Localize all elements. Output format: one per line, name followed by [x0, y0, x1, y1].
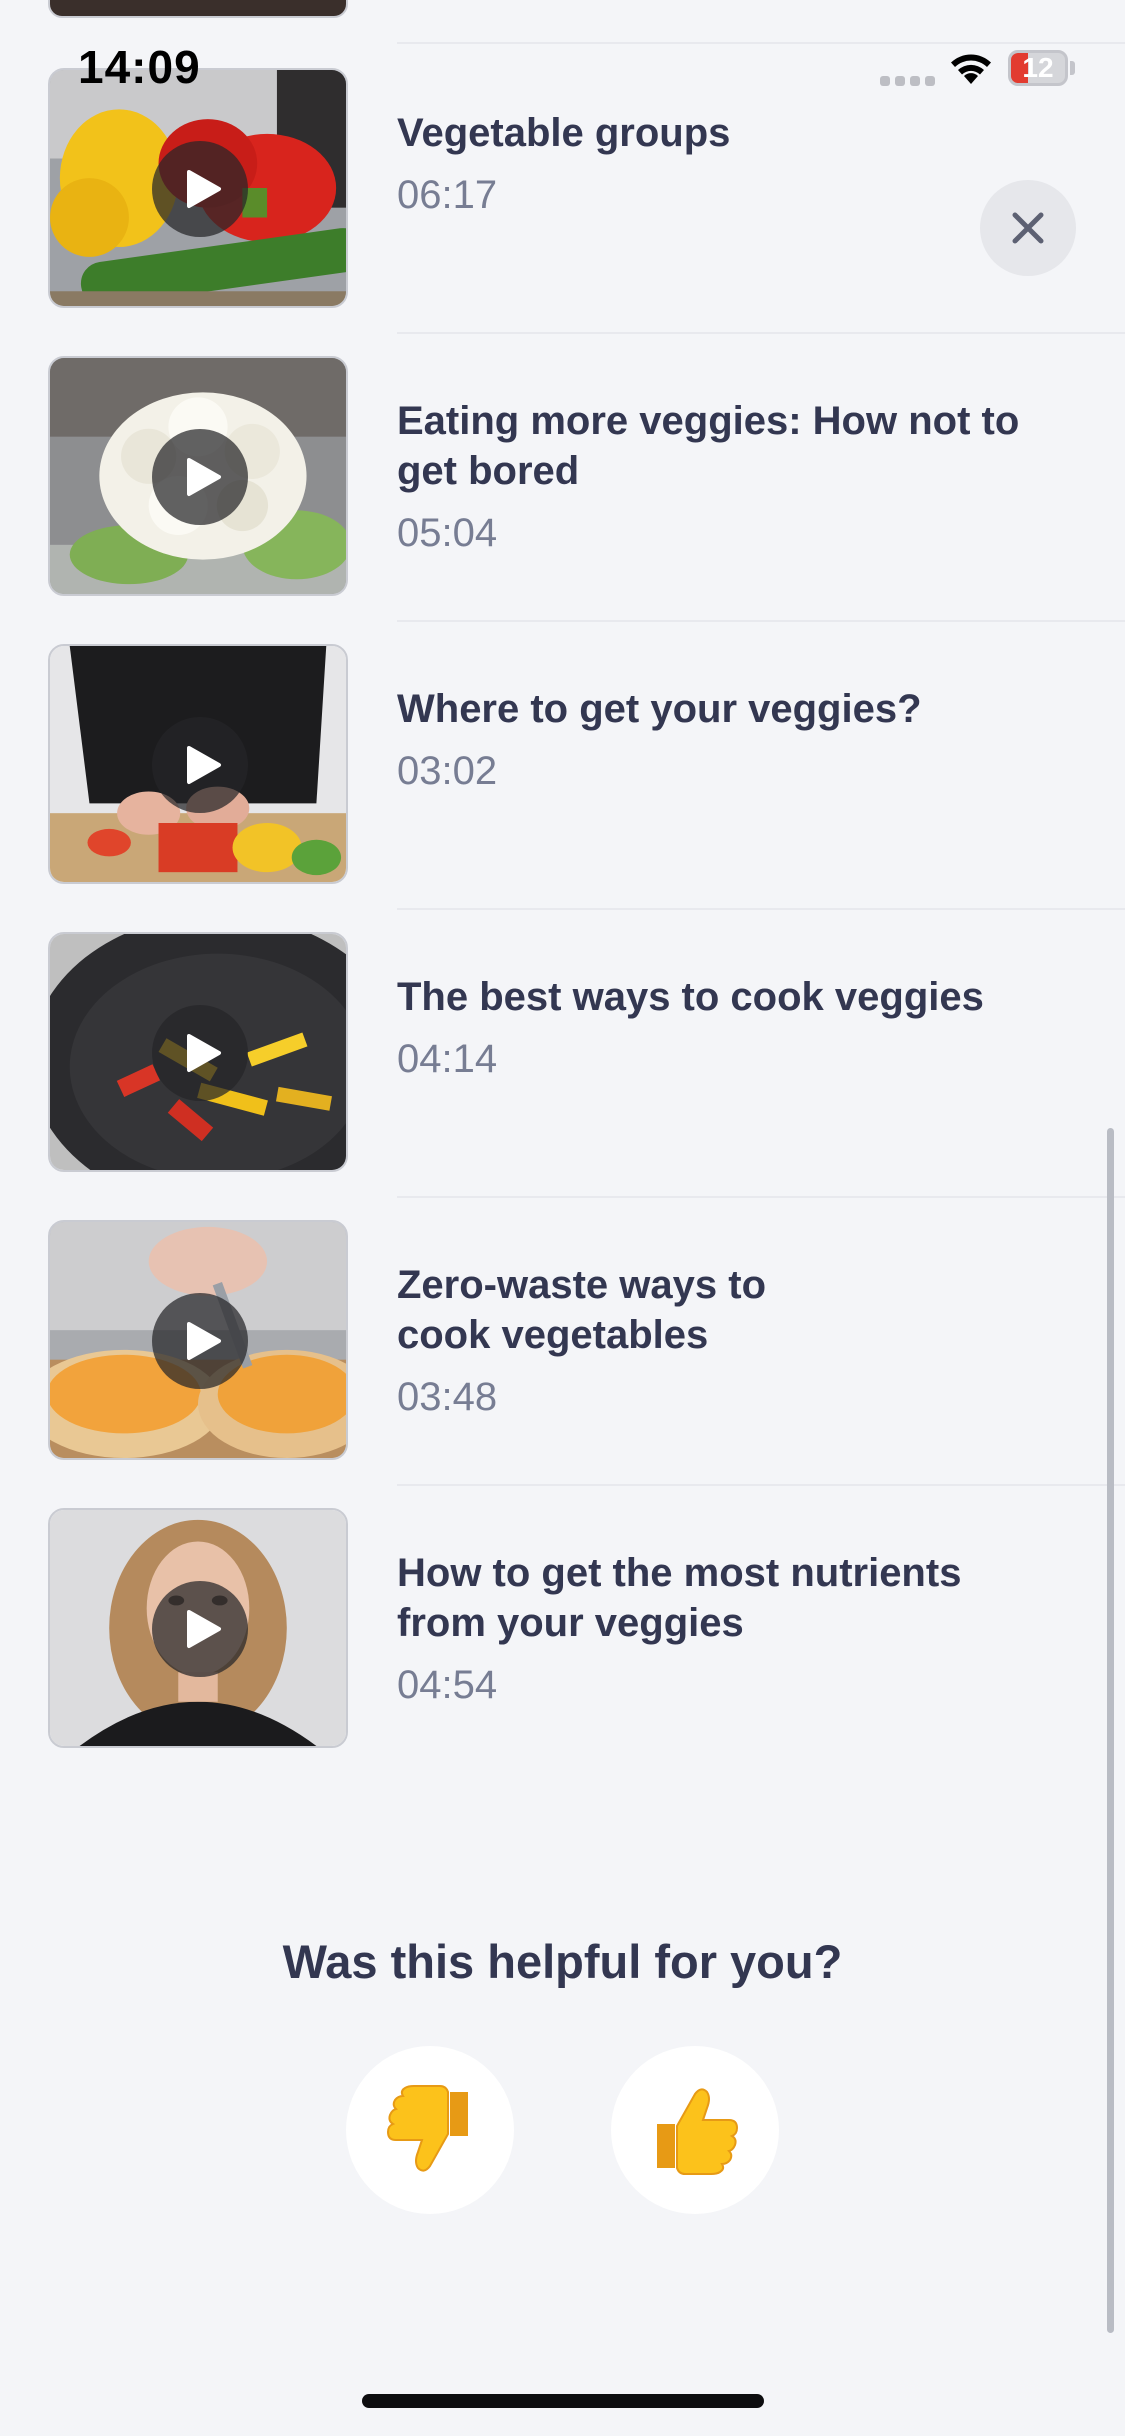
play-button[interactable] — [152, 717, 248, 813]
video-title: How to get the most nutrients from your … — [397, 1551, 962, 1645]
video-duration: 04:14 — [397, 1037, 498, 1081]
video-duration: 03:48 — [397, 1375, 498, 1419]
play-icon — [187, 170, 221, 208]
video-thumbnail[interactable] — [48, 932, 348, 1172]
feedback-question: Was this helpful for you? — [282, 1935, 843, 1988]
video-thumbnail[interactable] — [48, 644, 348, 884]
video-duration: 03:02 — [397, 749, 498, 793]
divider — [397, 1484, 1125, 1486]
status-bar: 14:09 12 — [0, 0, 1125, 130]
video-title: The best ways to cook veggies — [397, 975, 984, 1019]
battery-cap — [1070, 61, 1075, 75]
play-icon — [187, 1322, 221, 1360]
divider — [397, 1196, 1125, 1198]
play-button[interactable] — [152, 1005, 248, 1101]
divider — [397, 332, 1125, 334]
battery-icon: 12 — [1008, 50, 1068, 86]
play-button[interactable] — [152, 1293, 248, 1389]
divider — [397, 620, 1125, 622]
play-icon — [187, 458, 221, 496]
play-button[interactable] — [152, 429, 248, 525]
scrollbar[interactable] — [1107, 1128, 1114, 2333]
video-duration: 04:54 — [397, 1663, 498, 1707]
home-indicator[interactable] — [362, 2394, 764, 2408]
divider — [397, 908, 1125, 910]
video-item-most-nutrients[interactable]: How to get the most nutrients from your … — [0, 1508, 1125, 1796]
play-icon — [187, 1034, 221, 1072]
play-icon — [187, 1610, 221, 1648]
wifi-icon — [951, 54, 991, 84]
battery-level: 12 — [1022, 52, 1054, 83]
video-duration: 05:04 — [397, 511, 498, 555]
video-title: Where to get your veggies? — [397, 687, 922, 731]
video-item-best-ways-to-cook[interactable]: The best ways to cook veggies 04:14 — [0, 932, 1125, 1220]
thumbs-up-button[interactable] — [611, 2046, 779, 2214]
thumbs-up-icon — [657, 2088, 739, 2175]
play-icon — [187, 746, 221, 784]
play-button[interactable] — [152, 1581, 248, 1677]
video-item-eating-more-veggies[interactable]: Eating more veggies: How not to get bore… — [0, 356, 1125, 644]
video-duration: 06:17 — [397, 173, 498, 217]
video-thumbnail[interactable] — [48, 1508, 348, 1748]
play-button[interactable] — [152, 141, 248, 237]
video-item-where-to-get-veggies[interactable]: Where to get your veggies? 03:02 — [0, 644, 1125, 932]
cellular-signal-icon — [880, 76, 936, 86]
video-title: Eating more veggies: How not to get bore… — [397, 399, 1020, 493]
close-button[interactable] — [980, 180, 1076, 276]
close-icon — [1012, 212, 1044, 244]
thumbs-down-icon — [386, 2085, 468, 2172]
status-time: 14:09 — [78, 41, 201, 93]
video-thumbnail[interactable] — [48, 356, 348, 596]
video-title: Zero-waste ways to cook vegetables — [397, 1263, 767, 1357]
thumbs-down-button[interactable] — [346, 2046, 514, 2214]
video-item-zero-waste[interactable]: Zero-waste ways to cook vegetables 03:48 — [0, 1220, 1125, 1508]
video-thumbnail[interactable] — [48, 1220, 348, 1460]
